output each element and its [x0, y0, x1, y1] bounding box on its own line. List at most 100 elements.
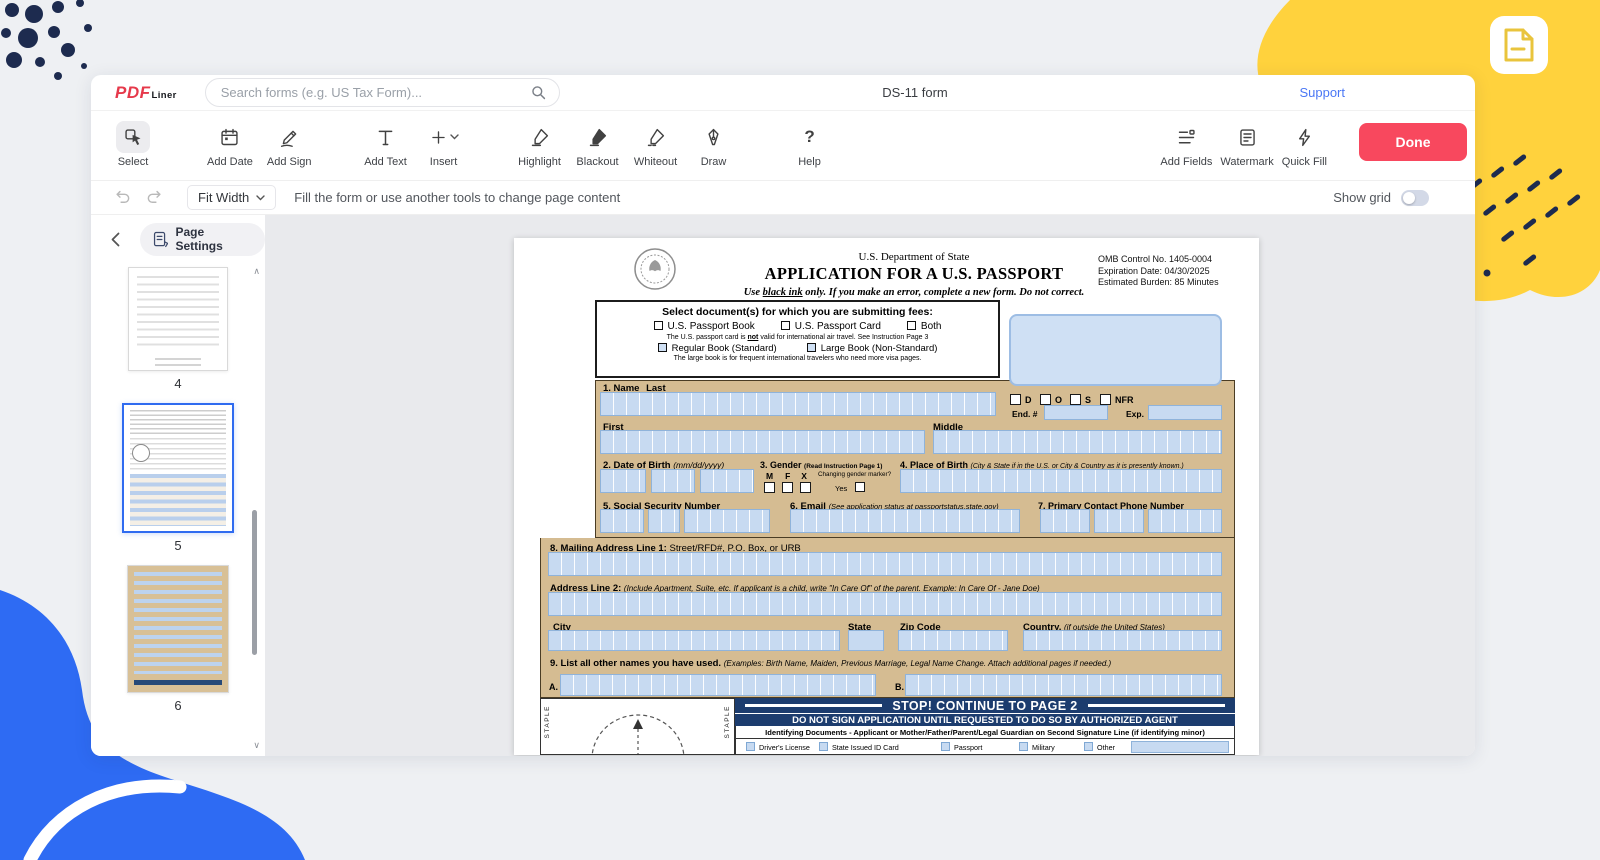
- staple-label-right: STAPLE: [724, 705, 731, 738]
- phone-prefix-field[interactable]: [1094, 509, 1144, 533]
- search-input[interactable]: [205, 78, 560, 107]
- email-field[interactable]: [790, 509, 1020, 533]
- fee-selection-box: Select document(s) for which you are sub…: [595, 300, 1000, 378]
- undo-button[interactable]: [111, 186, 135, 210]
- blackout-icon: [587, 127, 608, 148]
- search-icon[interactable]: [529, 83, 548, 102]
- other-name-a-field[interactable]: [560, 674, 876, 696]
- middle-name-field[interactable]: [933, 430, 1222, 454]
- gender-m-checkbox[interactable]: [764, 482, 775, 493]
- other-checkbox[interactable]: [1084, 742, 1093, 751]
- dob-year-field[interactable]: [700, 469, 754, 493]
- tool-help[interactable]: ? Help: [788, 121, 832, 168]
- page-number: 4: [174, 376, 181, 391]
- tool-label: Highlight: [518, 156, 561, 168]
- tool-whiteout[interactable]: Whiteout: [634, 121, 678, 168]
- collapse-sidebar-button[interactable]: [111, 232, 120, 247]
- tool-add-date[interactable]: Add Date: [207, 121, 253, 168]
- endorsement-d-checkbox[interactable]: [1010, 394, 1021, 405]
- military-checkbox[interactable]: [1019, 742, 1028, 751]
- page-number: 5: [174, 538, 181, 553]
- calendar-icon: [219, 127, 240, 148]
- tool-quick-fill[interactable]: Quick Fill: [1282, 121, 1327, 168]
- other-name-b-field[interactable]: [905, 674, 1222, 696]
- state-field[interactable]: [848, 630, 884, 651]
- whiteout-icon: [645, 127, 666, 148]
- exp-label: Exp.: [1126, 409, 1144, 419]
- do-not-sign-banner: DO NOT SIGN APPLICATION UNTIL REQUESTED …: [735, 713, 1235, 726]
- text-icon: [375, 127, 396, 148]
- both-checkbox[interactable]: [907, 321, 916, 330]
- country-field[interactable]: [1023, 630, 1222, 651]
- zoom-mode-select[interactable]: Fit Width: [187, 185, 276, 210]
- address1-field[interactable]: [548, 552, 1222, 576]
- tool-watermark[interactable]: Watermark: [1220, 121, 1273, 168]
- page-thumbnail-5-selected[interactable]: [122, 403, 234, 533]
- thumbnails-scrollbar[interactable]: [252, 510, 257, 655]
- phone-line-field[interactable]: [1148, 509, 1222, 533]
- passport-card-checkbox[interactable]: [781, 321, 790, 330]
- large-book-checkbox[interactable]: [807, 343, 816, 352]
- name-last-field[interactable]: [600, 392, 996, 416]
- pob-field[interactable]: [900, 469, 1222, 493]
- top-header: PDF Liner DS-11 form Support: [91, 75, 1475, 111]
- end-number-field[interactable]: [1044, 405, 1108, 420]
- tool-draw[interactable]: Draw: [692, 121, 736, 168]
- other-id-field[interactable]: [1131, 741, 1229, 753]
- tool-add-text[interactable]: Add Text: [364, 121, 408, 168]
- gender-x-checkbox[interactable]: [800, 482, 811, 493]
- tool-add-sign[interactable]: Add Sign: [267, 121, 312, 168]
- dob-day-field[interactable]: [651, 469, 695, 493]
- ssn-part2-field[interactable]: [648, 509, 680, 533]
- tool-label: Add Fields: [1160, 156, 1212, 168]
- page-thumbnail-4[interactable]: [128, 267, 228, 371]
- form-title: APPLICATION FOR A U.S. PASSPORT: [664, 264, 1164, 284]
- ssn-part1-field[interactable]: [600, 509, 644, 533]
- thumbnail-preview: [155, 358, 201, 366]
- passport-book-checkbox[interactable]: [654, 321, 663, 330]
- select-cursor-icon: [123, 127, 144, 148]
- show-grid-label: Show grid: [1333, 190, 1391, 205]
- page-settings-button[interactable]: Page Settings: [140, 223, 265, 256]
- fee-option-card: U.S. Passport Card: [781, 321, 881, 332]
- show-grid-toggle[interactable]: [1401, 190, 1429, 206]
- endorsement-nfr-checkbox[interactable]: [1100, 394, 1111, 405]
- redo-icon: [144, 188, 163, 207]
- page-settings-label: Page Settings: [175, 225, 252, 253]
- zip-field[interactable]: [898, 630, 1008, 651]
- tool-insert[interactable]: Insert: [422, 121, 466, 168]
- ssn-part3-field[interactable]: [684, 509, 770, 533]
- exp-field[interactable]: [1148, 405, 1222, 420]
- page-thumbnail-6[interactable]: [127, 565, 229, 693]
- address2-field[interactable]: [548, 592, 1222, 616]
- redo-button[interactable]: [141, 186, 165, 210]
- large-fillable-field[interactable]: [1009, 314, 1222, 386]
- endorsement-s-checkbox[interactable]: [1070, 394, 1081, 405]
- phone-area-field[interactable]: [1040, 509, 1090, 533]
- pdfliner-logo[interactable]: PDF Liner: [115, 83, 177, 103]
- regular-book-checkbox[interactable]: [658, 343, 667, 352]
- support-link[interactable]: Support: [1299, 85, 1345, 100]
- identifying-documents-label: Identifying Documents - Applicant or Mot…: [735, 726, 1235, 739]
- logo-pdf-text: PDF: [115, 83, 151, 103]
- drivers-license-checkbox[interactable]: [746, 742, 755, 751]
- city-field[interactable]: [548, 630, 840, 651]
- tool-add-fields[interactable]: Add Fields: [1160, 121, 1212, 168]
- help-icon: ?: [804, 127, 814, 147]
- tool-blackout[interactable]: Blackout: [576, 121, 620, 168]
- dob-month-field[interactable]: [600, 469, 646, 493]
- form-page: U.S. Department of State APPLICATION FOR…: [514, 238, 1259, 755]
- scroll-down-arrow[interactable]: ∨: [253, 741, 260, 750]
- tool-select[interactable]: Select: [111, 121, 155, 168]
- passport-checkbox[interactable]: [941, 742, 950, 751]
- state-id-checkbox[interactable]: [819, 742, 828, 751]
- done-button[interactable]: Done: [1359, 123, 1467, 161]
- endorsement-o-checkbox[interactable]: [1040, 394, 1051, 405]
- fee-option-regular: Regular Book (Standard): [658, 343, 777, 354]
- first-name-field[interactable]: [600, 430, 925, 454]
- thumbnail-preview: [130, 474, 226, 526]
- gender-f-checkbox[interactable]: [782, 482, 793, 493]
- tool-highlight[interactable]: Highlight: [518, 121, 562, 168]
- toggle-knob: [1403, 192, 1415, 204]
- gender-yes-checkbox[interactable]: [855, 482, 865, 492]
